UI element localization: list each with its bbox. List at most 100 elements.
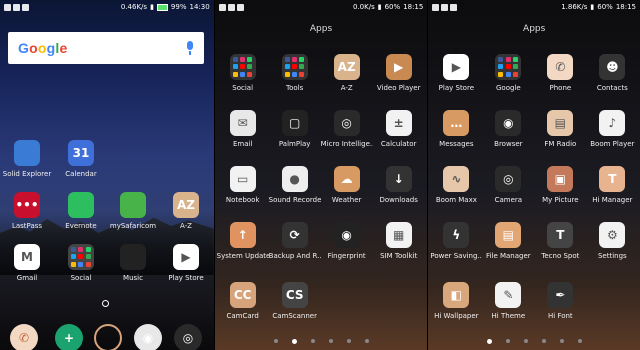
app-file-manager[interactable]: ▤ File Manager [482, 222, 534, 261]
camera-icon: ◎ [495, 166, 522, 192]
app-tecno-spot[interactable]: T Tecno Spot [534, 222, 586, 261]
app-notebook[interactable]: ▭ Notebook [217, 166, 269, 205]
app-contacts[interactable]: ☻ Contacts [586, 54, 638, 93]
app-phone[interactable]: ✆ Phone [534, 54, 586, 93]
sound-recorder-icon: ● [281, 166, 308, 192]
app-play-store[interactable]: ▶ Play Store [160, 244, 212, 283]
network-speed: 0.0K/s [353, 3, 375, 11]
app-email[interactable]: ✉ Email [217, 110, 269, 149]
page-dot[interactable] [328, 339, 333, 343]
app-label: Calendar [65, 170, 97, 178]
mic-icon[interactable] [186, 41, 194, 55]
icon-glyph: ◎ [341, 116, 352, 130]
page-dot[interactable] [541, 339, 546, 343]
app-micro-intellige[interactable]: ◎ Micro Intellige... [321, 110, 373, 149]
boom-maxx-icon: ∿ [443, 166, 470, 192]
clock: 18:15 [403, 3, 424, 11]
app-messages[interactable]: … Messages [430, 110, 482, 149]
file-manager-icon: ▤ [495, 222, 522, 248]
app-label: Social [70, 274, 92, 282]
page-dot[interactable] [310, 339, 315, 343]
app-fingerprint[interactable]: ◉ Fingerprint [321, 222, 373, 261]
app-sound-recorder[interactable]: ● Sound Recorder [269, 166, 321, 205]
app-label: Play Store [438, 84, 474, 92]
app-label: Solid Explorer [2, 170, 52, 178]
app-label: Play Store [168, 274, 204, 282]
page-dot[interactable] [364, 339, 369, 343]
app-weather[interactable]: ☁ Weather [321, 166, 373, 205]
app-camcard[interactable]: CC CamCard [217, 282, 269, 321]
app-music[interactable]: Music [107, 244, 159, 283]
app-calculator[interactable]: ± Calculator [373, 110, 425, 149]
app-mysafaricom[interactable]: mySafaricom [107, 192, 159, 231]
icon-glyph: ◎ [182, 331, 194, 345]
icon-glyph: ⚙ [606, 228, 618, 242]
icon-glyph: ♪ [608, 116, 617, 130]
weather-icon: ☁ [333, 166, 360, 192]
app-label: A-Z [180, 222, 192, 230]
app-my-picture[interactable]: ▣ My Picture [534, 166, 586, 205]
app-boom-maxx[interactable]: ∿ Boom Maxx [430, 166, 482, 205]
downloads-icon: ↓ [385, 166, 412, 192]
app-a-z[interactable]: AZ A-Z [321, 54, 373, 93]
page-dot[interactable] [291, 339, 297, 344]
icon-glyph: CS [285, 288, 304, 302]
app-sim-toolkit[interactable]: ▦ SIM Toolkit [373, 222, 425, 261]
app-play-store[interactable]: ▶ Play Store [430, 54, 482, 93]
app-system-update[interactable]: ↑ System Update [217, 222, 269, 261]
app-downloads[interactable]: ↓ Downloads [373, 166, 425, 205]
az-icon: AZ [333, 54, 360, 80]
app-social[interactable]: Social [217, 54, 269, 93]
google-search-bar[interactable]: Google [8, 32, 204, 64]
icon-glyph: ● [289, 172, 300, 186]
app-boom-player[interactable]: ♪ Boom Player [586, 110, 638, 149]
app-camscanner[interactable]: CS CamScanner [269, 282, 321, 321]
app-a-z[interactable]: AZ A-Z [160, 192, 212, 231]
app-lastpass[interactable]: ••• LastPass [1, 192, 53, 231]
icon-glyph: ↑ [237, 228, 248, 242]
app-hi-theme[interactable]: ✎ Hi Theme [482, 282, 534, 321]
app-calendar[interactable]: 31 Calendar [55, 140, 107, 179]
app-settings[interactable]: ⚙ Settings [586, 222, 638, 261]
app-video-player[interactable]: ▶ Video Player [373, 54, 425, 93]
app-label: Power Saving... [430, 252, 483, 260]
app-camera[interactable]: ◎ Camera [482, 166, 534, 205]
backup-icon: ⟳ [281, 222, 308, 248]
app-palmplay[interactable]: ▢ PalmPlay [269, 110, 321, 149]
status-bar: 0.46K/s ▮ 99% 14:30 [0, 0, 214, 14]
app-gmail[interactable]: M Gmail [1, 244, 53, 283]
hi-font-icon: ✒ [547, 282, 574, 308]
page-dot[interactable] [486, 339, 492, 344]
app-tools[interactable]: Tools [269, 54, 321, 93]
app-label: Contacts [596, 84, 628, 92]
notification-icon [441, 3, 449, 11]
app-hi-manager[interactable]: T Hi Manager [586, 166, 638, 205]
app-evernote[interactable]: Evernote [55, 192, 107, 231]
app-backup-and-r[interactable]: ⟳ Backup And R... [269, 222, 321, 261]
app-fm-radio[interactable]: ▤ FM Radio [534, 110, 586, 149]
circle-icon[interactable]: ○ [94, 324, 122, 350]
phone-icon[interactable]: ✆ [10, 324, 38, 350]
app-social[interactable]: Social [55, 244, 107, 283]
app-label: LastPass [11, 222, 43, 230]
page-dot[interactable] [505, 339, 510, 343]
icon-glyph: ••• [15, 198, 39, 212]
app-hi-wallpaper[interactable]: ◧ Hi Wallpaper [430, 282, 482, 321]
camera-icon[interactable]: ◎ [174, 324, 202, 350]
app-hi-font[interactable]: ✒ Hi Font [534, 282, 586, 321]
app-label: My Picture [542, 196, 579, 204]
add-icon[interactable]: + [55, 324, 83, 350]
app-google[interactable]: Google [482, 54, 534, 93]
app-power-saving[interactable]: ϟ Power Saving... [430, 222, 482, 261]
page-dot[interactable] [346, 339, 351, 343]
page-dot[interactable] [523, 339, 528, 343]
page-dot[interactable] [273, 339, 278, 343]
chrome-icon[interactable]: ◉ [134, 324, 162, 350]
icon-glyph: ▦ [393, 228, 405, 242]
page-dot[interactable] [559, 339, 564, 343]
app-solid-explorer[interactable]: Solid Explorer [1, 140, 53, 179]
app-browser[interactable]: ◉ Browser [482, 110, 534, 149]
apps-screen-1: 0.0K/s ▮ 60% 18:15 Apps Social Tools AZ A-Z… [214, 0, 428, 350]
page-dot[interactable] [577, 339, 582, 343]
google-logo: Google [18, 40, 68, 56]
